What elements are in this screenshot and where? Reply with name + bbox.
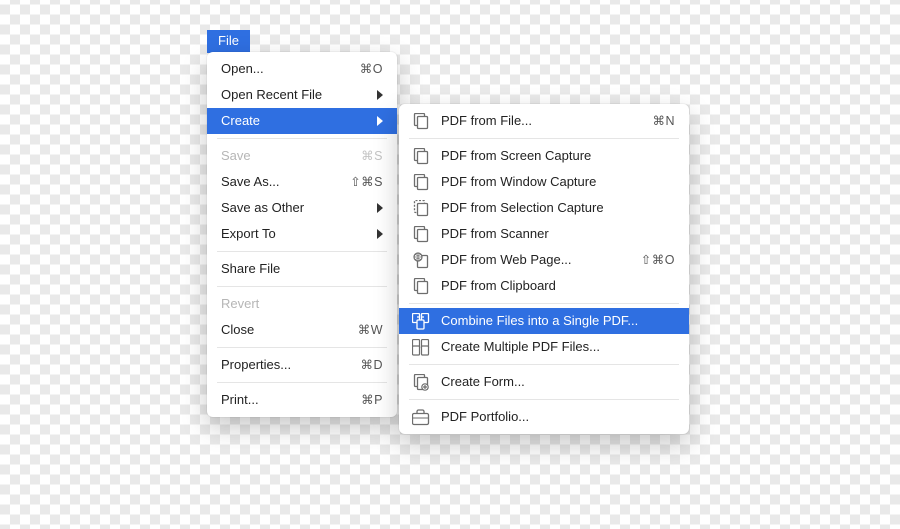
menu-item-label: Open... — [221, 59, 360, 79]
menu-item-close[interactable]: Close ⌘W — [207, 317, 397, 343]
menu-item-shortcut: ⇧⌘O — [641, 250, 675, 270]
submenu-arrow-icon — [377, 203, 383, 213]
menu-item-label: PDF from Screen Capture — [441, 146, 675, 166]
menu-separator — [409, 303, 679, 304]
multi-icon — [411, 337, 431, 357]
menu-item-label: PDF from Window Capture — [441, 172, 675, 192]
menu-item-label: Open Recent File — [221, 85, 371, 105]
menu-item-label: Revert — [221, 294, 383, 314]
menu-item-shortcut: ⌘D — [360, 355, 383, 375]
menubar-file-label: File — [218, 33, 239, 48]
create-submenu: PDF from File... ⌘N PDF from Screen Capt… — [399, 104, 689, 434]
menu-separator — [409, 364, 679, 365]
menu-separator — [217, 138, 387, 139]
menu-separator — [217, 251, 387, 252]
pages-icon — [411, 172, 431, 192]
menu-item-label: PDF Portfolio... — [441, 407, 675, 427]
menu-item-save-as-other[interactable]: Save as Other — [207, 195, 397, 221]
menu-item-pdf-from-clipboard[interactable]: PDF from Clipboard — [399, 273, 689, 299]
menu-item-label: Print... — [221, 390, 361, 410]
menu-item-pdf-from-web-page[interactable]: PDF from Web Page... ⇧⌘O — [399, 247, 689, 273]
pages-icon — [411, 276, 431, 296]
menu-item-create-multiple[interactable]: Create Multiple PDF Files... — [399, 334, 689, 360]
menu-item-label: Share File — [221, 259, 383, 279]
submenu-arrow-icon — [377, 116, 383, 126]
menu-item-print[interactable]: Print... ⌘P — [207, 387, 397, 413]
menu-item-shortcut: ⌘S — [361, 146, 383, 166]
form-icon — [411, 372, 431, 392]
menu-item-shortcut: ⌘P — [361, 390, 383, 410]
menu-item-label: Save as Other — [221, 198, 371, 218]
pages-icon — [411, 111, 431, 131]
menu-item-open[interactable]: Open... ⌘O — [207, 56, 397, 82]
menu-item-label: Close — [221, 320, 358, 340]
menu-item-pdf-portfolio[interactable]: PDF Portfolio... — [399, 404, 689, 430]
portfolio-icon — [411, 407, 431, 427]
menu-item-shortcut: ⇧⌘S — [350, 172, 383, 192]
menu-item-shortcut: ⌘O — [360, 59, 383, 79]
menubar-file[interactable]: File — [207, 30, 250, 53]
menu-item-label: PDF from Selection Capture — [441, 198, 675, 218]
menu-item-shortcut: ⌘W — [358, 320, 383, 340]
menu-separator — [217, 347, 387, 348]
menu-item-pdf-from-scanner[interactable]: PDF from Scanner — [399, 221, 689, 247]
menu-item-label: Create Multiple PDF Files... — [441, 337, 675, 357]
menu-item-pdf-from-file[interactable]: PDF from File... ⌘N — [399, 108, 689, 134]
menu-item-label: PDF from Clipboard — [441, 276, 675, 296]
submenu-arrow-icon — [377, 90, 383, 100]
menu-item-create[interactable]: Create — [207, 108, 397, 134]
submenu-arrow-icon — [377, 229, 383, 239]
menu-item-save: Save ⌘S — [207, 143, 397, 169]
menu-item-create-form[interactable]: Create Form... — [399, 369, 689, 395]
menu-item-pdf-from-selection-capture[interactable]: PDF from Selection Capture — [399, 195, 689, 221]
menu-item-label: Export To — [221, 224, 371, 244]
menu-item-pdf-from-window-capture[interactable]: PDF from Window Capture — [399, 169, 689, 195]
menu-item-label: PDF from File... — [441, 111, 652, 131]
menu-item-pdf-from-screen-capture[interactable]: PDF from Screen Capture — [399, 143, 689, 169]
pages-icon — [411, 146, 431, 166]
menu-item-export-to[interactable]: Export To — [207, 221, 397, 247]
menu-separator — [217, 382, 387, 383]
menu-item-properties[interactable]: Properties... ⌘D — [207, 352, 397, 378]
menu-item-label: PDF from Scanner — [441, 224, 675, 244]
menu-item-combine-files[interactable]: Combine Files into a Single PDF... — [399, 308, 689, 334]
file-menu: Open... ⌘O Open Recent File Create Save … — [207, 52, 397, 417]
globe-pages-icon — [411, 250, 431, 270]
menu-item-shortcut: ⌘N — [652, 111, 675, 131]
menu-separator — [409, 399, 679, 400]
pages-icon — [411, 224, 431, 244]
menu-item-label: Create Form... — [441, 372, 675, 392]
menu-separator — [217, 286, 387, 287]
menu-item-open-recent[interactable]: Open Recent File — [207, 82, 397, 108]
menu-item-label: Create — [221, 111, 371, 131]
menu-item-save-as[interactable]: Save As... ⇧⌘S — [207, 169, 397, 195]
menu-separator — [409, 138, 679, 139]
dashed-pages-icon — [411, 198, 431, 218]
menu-item-label: Properties... — [221, 355, 360, 375]
menu-item-share-file[interactable]: Share File — [207, 256, 397, 282]
menu-item-label: Save — [221, 146, 361, 166]
menu-item-label: PDF from Web Page... — [441, 250, 641, 270]
combine-icon — [411, 311, 431, 331]
menu-item-label: Save As... — [221, 172, 350, 192]
menu-item-label: Combine Files into a Single PDF... — [441, 311, 675, 331]
menu-item-revert: Revert — [207, 291, 397, 317]
